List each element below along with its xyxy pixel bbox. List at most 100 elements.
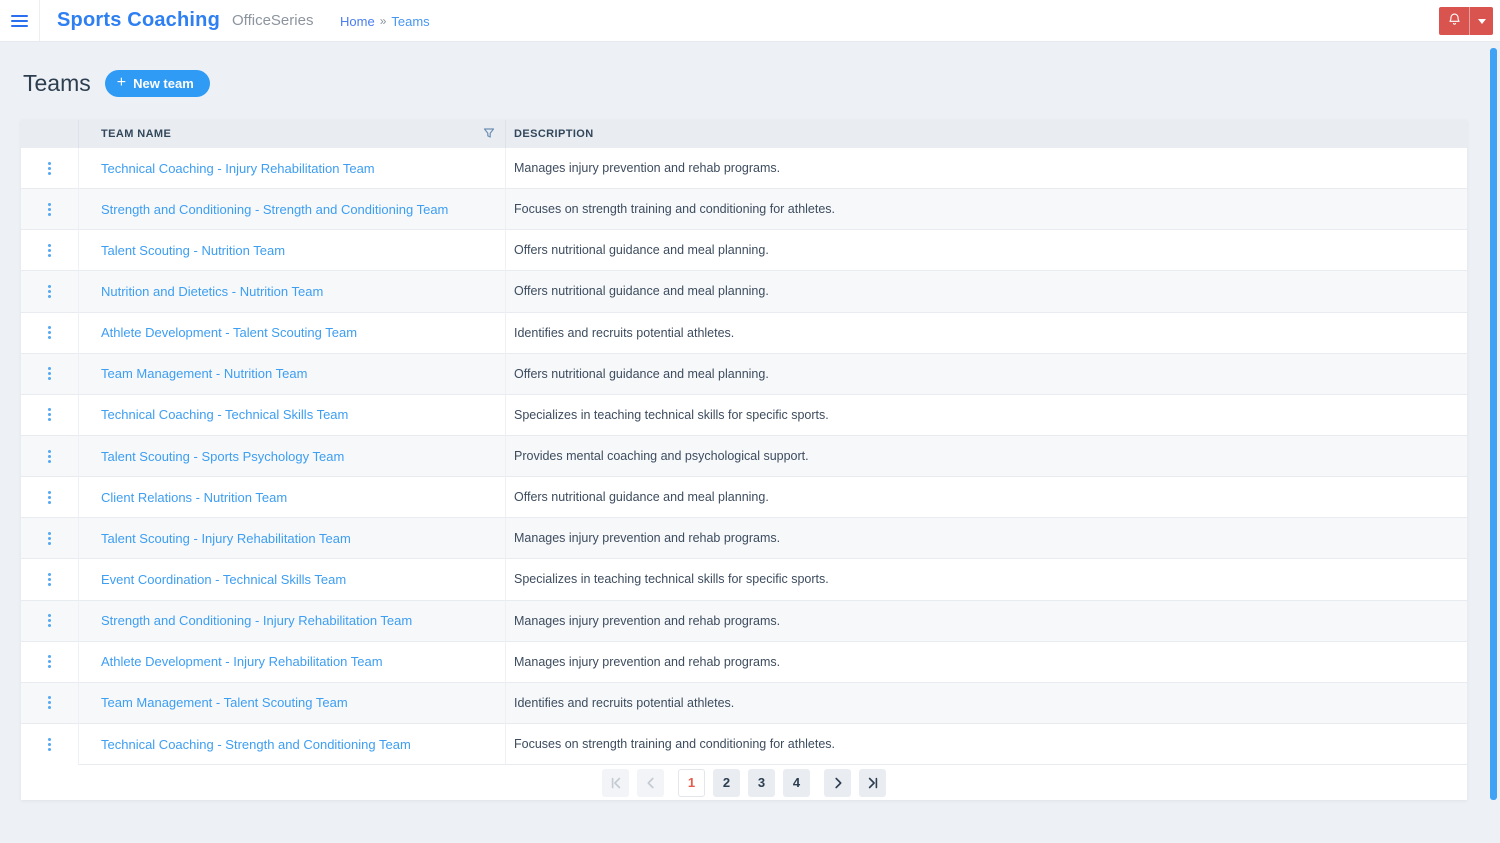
row-menu-button[interactable]	[21, 271, 79, 313]
user-menu-button[interactable]	[1469, 7, 1493, 35]
row-menu-button[interactable]	[21, 600, 79, 642]
pagination-page-2[interactable]: 2	[713, 768, 740, 797]
team-name-link[interactable]: Technical Coaching - Injury Rehabilitati…	[101, 161, 375, 176]
app-subtitle: OfficeSeries	[232, 12, 314, 29]
team-name-link[interactable]: Team Management - Nutrition Team	[101, 366, 307, 381]
team-name-link[interactable]: Technical Coaching - Strength and Condit…	[101, 737, 411, 752]
kebab-vertical-dots-icon	[48, 490, 51, 504]
table-row: Team Management - Nutrition Team Offers n…	[21, 353, 1467, 395]
notifications-button[interactable]	[1439, 7, 1469, 35]
bell-icon	[1447, 12, 1462, 30]
team-description-cell: Offers nutritional guidance and meal pla…	[506, 477, 1467, 519]
team-name-link[interactable]: Client Relations - Nutrition Team	[101, 490, 287, 505]
team-name-cell: Event Coordination - Technical Skills Te…	[79, 559, 506, 601]
pagination-page-4[interactable]: 4	[783, 768, 810, 797]
table-body: Technical Coaching - Injury Rehabilitati…	[21, 148, 1467, 766]
team-name-link[interactable]: Nutrition and Dietetics - Nutrition Team	[101, 284, 323, 299]
pagination-prev-button[interactable]	[637, 768, 664, 797]
new-team-button[interactable]: + New team	[104, 70, 210, 97]
team-name-link[interactable]: Event Coordination - Technical Skills Te…	[101, 572, 346, 587]
team-description-cell: Manages injury prevention and rehab prog…	[506, 148, 1467, 190]
new-team-button-label: New team	[133, 76, 194, 91]
team-name-cell: Technical Coaching - Injury Rehabilitati…	[79, 148, 506, 190]
table-header-team-name: TEAM NAME	[79, 120, 506, 148]
table-row: Athlete Development - Talent Scouting Te…	[21, 312, 1467, 354]
row-menu-button[interactable]	[21, 394, 79, 436]
breadcrumb-home-link[interactable]: Home	[340, 14, 375, 29]
row-menu-button[interactable]	[21, 641, 79, 683]
team-description-cell: Focuses on strength training and conditi…	[506, 724, 1467, 766]
filter-button[interactable]	[481, 125, 497, 144]
team-name-cell: Talent Scouting - Nutrition Team	[79, 230, 506, 272]
team-name-cell: Team Management - Nutrition Team	[79, 353, 506, 395]
prev-page-icon	[645, 777, 657, 789]
team-name-cell: Athlete Development - Injury Rehabilitat…	[79, 641, 506, 683]
table-row: Technical Coaching - Injury Rehabilitati…	[21, 148, 1467, 190]
kebab-vertical-dots-icon	[48, 655, 51, 669]
row-menu-button[interactable]	[21, 230, 79, 272]
row-menu-button[interactable]	[21, 518, 79, 560]
breadcrumb-current-link[interactable]: Teams	[391, 14, 429, 29]
team-name-column-label: TEAM NAME	[101, 128, 172, 140]
team-description-cell: Manages injury prevention and rehab prog…	[506, 601, 1467, 642]
team-description-cell: Manages injury prevention and rehab prog…	[506, 642, 1467, 683]
table-row: Athlete Development - Injury Rehabilitat…	[21, 641, 1467, 683]
team-name-cell: Client Relations - Nutrition Team	[79, 477, 506, 519]
topbar-actions	[1439, 7, 1493, 35]
team-name-link[interactable]: Technical Coaching - Technical Skills Te…	[101, 407, 348, 422]
team-name-link[interactable]: Athlete Development - Injury Rehabilitat…	[101, 654, 383, 669]
table-header-row: TEAM NAME DESCRIPTION	[21, 120, 1467, 148]
pagination-first-button[interactable]	[602, 768, 629, 797]
plus-icon: +	[116, 74, 127, 91]
team-name-link[interactable]: Strength and Conditioning - Strength and…	[101, 202, 448, 217]
kebab-vertical-dots-icon	[48, 367, 51, 381]
hamburger-menu-button[interactable]	[0, 0, 40, 41]
row-menu-button[interactable]	[21, 559, 79, 601]
team-name-link[interactable]: Talent Scouting - Injury Rehabilitation …	[101, 531, 351, 546]
kebab-vertical-dots-icon	[48, 408, 51, 422]
pagination-page-3[interactable]: 3	[748, 768, 775, 797]
pagination-pages: 1 2 3 4	[678, 768, 810, 797]
teams-table-card: TEAM NAME DESCRIPTION Technical Coaching…	[21, 120, 1467, 800]
team-name-link[interactable]: Talent Scouting - Sports Psychology Team	[101, 449, 344, 464]
row-menu-button[interactable]	[21, 312, 79, 354]
table-header-description: DESCRIPTION	[506, 120, 1467, 148]
last-page-icon	[867, 777, 879, 789]
team-name-link[interactable]: Athlete Development - Talent Scouting Te…	[101, 325, 357, 340]
row-menu-button[interactable]	[21, 477, 79, 519]
team-name-link[interactable]: Team Management - Talent Scouting Team	[101, 695, 348, 710]
team-description-cell: Offers nutritional guidance and meal pla…	[506, 354, 1467, 395]
row-menu-button[interactable]	[21, 189, 79, 231]
pagination: 1 2 3 4	[21, 765, 1467, 800]
kebab-vertical-dots-icon	[48, 202, 51, 216]
top-bar: Sports Coaching OfficeSeries Home » Team…	[0, 0, 1500, 42]
kebab-vertical-dots-icon	[48, 572, 51, 586]
kebab-vertical-dots-icon	[48, 614, 51, 628]
team-name-link[interactable]: Talent Scouting - Nutrition Team	[101, 243, 285, 258]
kebab-vertical-dots-icon	[48, 738, 51, 752]
description-column-label: DESCRIPTION	[514, 128, 594, 140]
row-menu-button[interactable]	[21, 682, 79, 724]
pagination-page-1[interactable]: 1	[678, 768, 705, 797]
row-menu-button[interactable]	[21, 353, 79, 395]
row-menu-button[interactable]	[21, 148, 79, 190]
table-row: Talent Scouting - Injury Rehabilitation …	[21, 518, 1467, 560]
team-name-link[interactable]: Strength and Conditioning - Injury Rehab…	[101, 613, 412, 628]
table-row: Technical Coaching - Technical Skills Te…	[21, 394, 1467, 436]
team-name-cell: Nutrition and Dietetics - Nutrition Team	[79, 271, 506, 313]
team-description-cell: Identifies and recruits potential athlet…	[506, 683, 1467, 724]
kebab-vertical-dots-icon	[48, 449, 51, 463]
breadcrumb: Home » Teams	[340, 0, 430, 42]
app-title: Sports Coaching	[57, 9, 221, 31]
filter-funnel-icon	[483, 127, 495, 142]
kebab-vertical-dots-icon	[48, 243, 51, 257]
row-menu-button[interactable]	[21, 435, 79, 478]
vertical-scrollbar[interactable]	[1490, 48, 1497, 800]
team-description-cell: Identifies and recruits potential athlet…	[506, 313, 1467, 354]
pagination-next-button[interactable]	[824, 768, 851, 797]
first-page-icon	[610, 777, 622, 789]
table-row: Technical Coaching - Strength and Condit…	[21, 723, 1467, 766]
row-menu-button[interactable]	[21, 723, 79, 766]
table-header-menu-column	[21, 120, 79, 148]
pagination-last-button[interactable]	[859, 768, 886, 797]
